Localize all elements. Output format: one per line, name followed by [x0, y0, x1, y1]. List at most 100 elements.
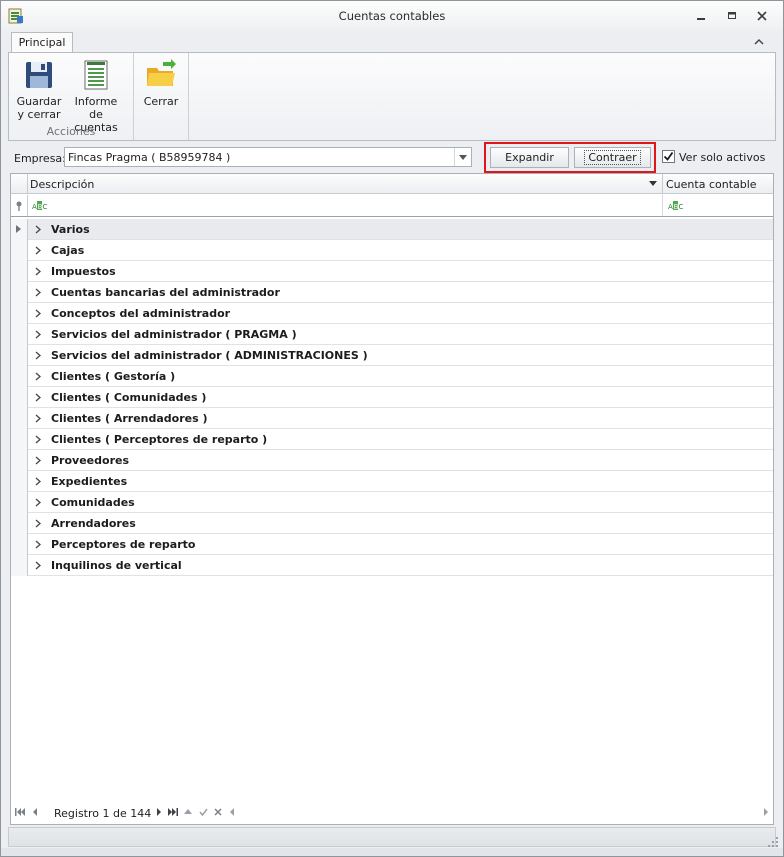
- chevron-right-icon[interactable]: [35, 456, 41, 465]
- chevron-right-icon[interactable]: [35, 414, 41, 423]
- chevron-right-icon[interactable]: [35, 246, 41, 255]
- table-row[interactable]: Inquilinos de vertical: [11, 555, 773, 576]
- active-only-checkbox[interactable]: [662, 150, 675, 163]
- floppy-disk-icon: [26, 62, 52, 88]
- active-only-label: Ver solo activos: [679, 151, 766, 164]
- row-indicator: [11, 471, 28, 492]
- chevron-right-icon[interactable]: [35, 561, 41, 570]
- save-label-line2: y cerrar: [17, 108, 61, 121]
- current-row-arrow-icon: [16, 225, 21, 233]
- svg-text:A: A: [32, 203, 37, 210]
- close-button[interactable]: [752, 7, 772, 25]
- chevron-right-icon[interactable]: [35, 288, 41, 297]
- accounts-report-button[interactable]: Informe de cuentas: [67, 59, 125, 134]
- row-indicator: [11, 429, 28, 450]
- data-navigator: Registro 1 de 144: [11, 802, 773, 824]
- row-label: Servicios del administrador ( PRAGMA ): [51, 328, 297, 341]
- chevron-up-icon[interactable]: [753, 37, 765, 47]
- row-indicator: [11, 303, 28, 324]
- restore-button[interactable]: [722, 7, 742, 25]
- title-bar: Cuentas contables: [1, 1, 783, 31]
- column-header-descripcion[interactable]: Descripción: [30, 178, 94, 191]
- group-acciones: Guardar y cerrar Informe de cuentas Acci…: [9, 53, 134, 140]
- table-row[interactable]: Clientes ( Gestoría ): [11, 366, 773, 387]
- svg-text:A: A: [668, 203, 673, 210]
- table-row[interactable]: Arrendadores: [11, 513, 773, 534]
- grid-header: Descripción Cuenta contable: [11, 174, 773, 194]
- row-indicator: [11, 324, 28, 345]
- minimize-icon: [697, 18, 705, 20]
- row-indicator: [11, 450, 28, 471]
- ribbon-tabs: Principal: [1, 31, 783, 54]
- chevron-right-icon[interactable]: [35, 519, 41, 528]
- previous-record-icon[interactable]: [32, 808, 38, 816]
- row-label: Servicios del administrador ( ADMINISTRA…: [51, 349, 368, 362]
- chevron-right-icon[interactable]: [35, 267, 41, 276]
- save-and-close-button[interactable]: Guardar y cerrar: [13, 59, 65, 121]
- save-label-line1: Guardar: [16, 95, 62, 108]
- table-row[interactable]: Clientes ( Arrendadores ): [11, 408, 773, 429]
- expand-all-button[interactable]: Expandir: [490, 147, 569, 168]
- row-label: Arrendadores: [51, 517, 136, 530]
- sort-descending-icon[interactable]: [649, 181, 657, 186]
- window-bottom-edge: [1, 848, 783, 856]
- row-indicator: [11, 492, 28, 513]
- table-row[interactable]: Clientes ( Comunidades ): [11, 387, 773, 408]
- close-form-label: Cerrar: [143, 95, 179, 108]
- collapse-all-button[interactable]: Contraer: [574, 147, 651, 168]
- chevron-right-icon[interactable]: [35, 540, 41, 549]
- table-row[interactable]: Proveedores: [11, 450, 773, 471]
- row-indicator: [11, 534, 28, 555]
- tab-principal[interactable]: Principal: [11, 32, 73, 54]
- scroll-left-icon[interactable]: [230, 808, 235, 816]
- row-label: Varios: [51, 223, 90, 236]
- table-row[interactable]: Varios: [11, 219, 773, 240]
- chevron-right-icon[interactable]: [35, 309, 41, 318]
- row-label: Clientes ( Perceptores de reparto ): [51, 433, 268, 446]
- column-header-cuenta-contable[interactable]: Cuenta contable: [666, 178, 757, 191]
- chevron-right-icon[interactable]: [35, 372, 41, 381]
- empresa-dropdown-button[interactable]: [454, 148, 471, 166]
- table-row[interactable]: Perceptores de reparto: [11, 534, 773, 555]
- window: Cuentas contables Principal Guardar y ce…: [0, 0, 784, 857]
- last-record-icon[interactable]: [168, 808, 178, 816]
- table-row[interactable]: Expedientes: [11, 471, 773, 492]
- chevron-right-icon[interactable]: [35, 477, 41, 486]
- abc-filter-icon[interactable]: A B C: [32, 201, 48, 210]
- cancel-edit-icon[interactable]: [214, 808, 222, 816]
- table-row[interactable]: Conceptos del administrador: [11, 303, 773, 324]
- empresa-value: Fincas Pragma ( B58959784 ): [68, 151, 231, 164]
- next-record-icon[interactable]: [156, 808, 162, 816]
- resize-grip-icon[interactable]: [768, 837, 778, 847]
- row-label: Cuentas bancarias del administrador: [51, 286, 280, 299]
- table-row[interactable]: Impuestos: [11, 261, 773, 282]
- chevron-right-icon[interactable]: [35, 498, 41, 507]
- first-record-icon[interactable]: [15, 808, 25, 816]
- table-row[interactable]: Cuentas bancarias del administrador: [11, 282, 773, 303]
- filter-pin-icon: [16, 201, 22, 211]
- table-row[interactable]: Comunidades: [11, 492, 773, 513]
- folder-exit-icon: [147, 59, 176, 86]
- table-row[interactable]: Cajas: [11, 240, 773, 261]
- close-form-button[interactable]: Cerrar: [138, 59, 184, 108]
- svg-text:C: C: [679, 203, 684, 210]
- table-row[interactable]: Servicios del administrador ( PRAGMA ): [11, 324, 773, 345]
- abc-filter-icon[interactable]: A B C: [668, 201, 684, 210]
- chevron-right-icon[interactable]: [35, 393, 41, 402]
- end-edit-checkmark-icon[interactable]: [199, 808, 208, 816]
- column-separator[interactable]: [662, 174, 663, 194]
- minimize-button[interactable]: [691, 7, 711, 25]
- chevron-right-icon[interactable]: [35, 435, 41, 444]
- empresa-combobox[interactable]: Fincas Pragma ( B58959784 ): [64, 147, 472, 167]
- table-row[interactable]: Servicios del administrador ( ADMINISTRA…: [11, 345, 773, 366]
- chevron-right-icon[interactable]: [35, 225, 41, 234]
- row-indicator: [11, 261, 28, 282]
- table-row[interactable]: Clientes ( Perceptores de reparto ): [11, 429, 773, 450]
- scroll-right-icon[interactable]: [763, 808, 768, 816]
- row-label: Impuestos: [51, 265, 116, 278]
- chevron-right-icon[interactable]: [35, 351, 41, 360]
- row-label: Clientes ( Comunidades ): [51, 391, 207, 404]
- append-record-icon[interactable]: [184, 808, 192, 814]
- chevron-right-icon[interactable]: [35, 330, 41, 339]
- row-indicator: [11, 555, 28, 576]
